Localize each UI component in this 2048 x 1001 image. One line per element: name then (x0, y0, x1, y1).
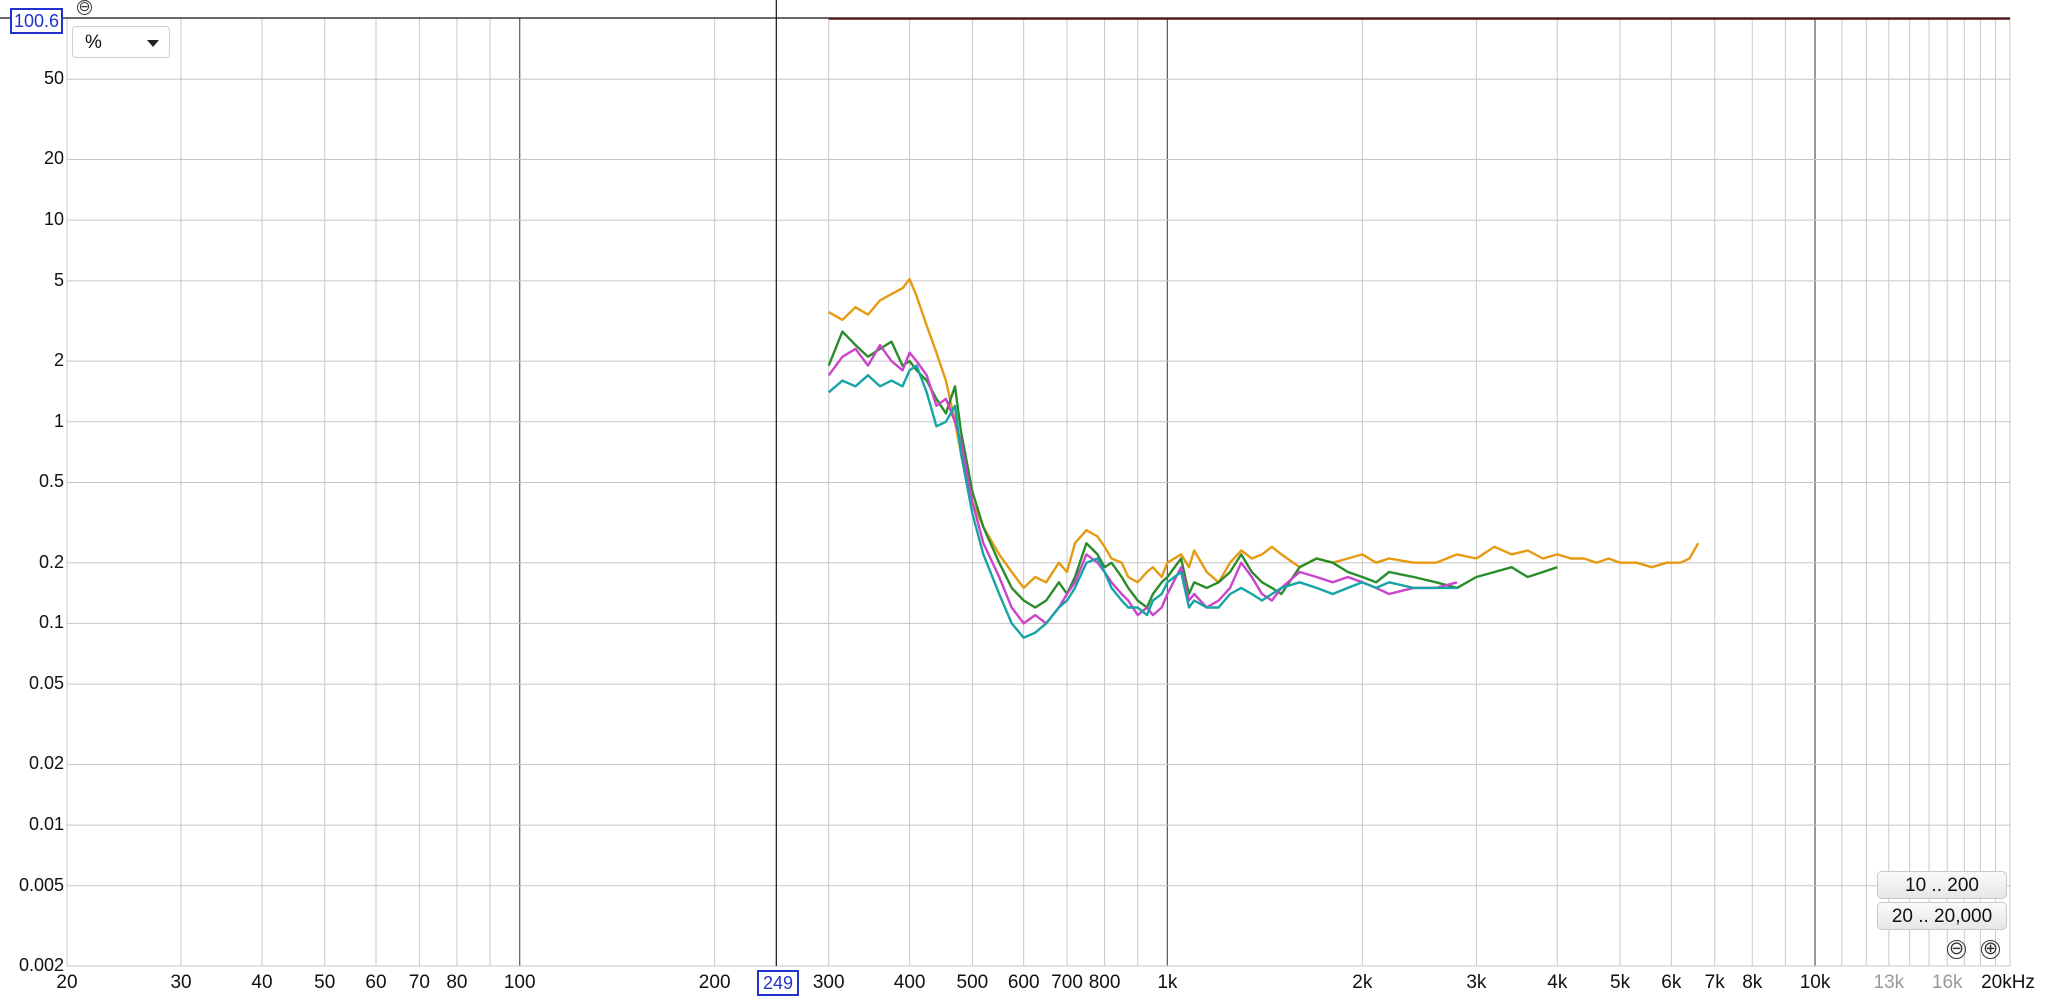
x-tick-label: 80 (446, 972, 468, 993)
y-tick-label: 0.5 (38, 471, 64, 492)
chevron-down-icon (147, 40, 159, 47)
x-tick-label: 16k (1931, 972, 1963, 993)
x-tick-label: 50 (314, 972, 336, 993)
y-zoom-out-icon[interactable]: ⊖ (77, 0, 92, 15)
y-gridlines (67, 78, 2010, 967)
x-tick-label: 13k (1873, 972, 1905, 993)
x-tick-label: 5k (1610, 972, 1631, 993)
x-tick-label: 2k (1352, 972, 1373, 993)
x-tick-label: 4k (1547, 972, 1568, 993)
frequency-chart[interactable] (0, 0, 2048, 1001)
x-tick-label: 30 (170, 972, 192, 993)
range-10-200-button[interactable]: 10 .. 200 (1877, 871, 2007, 899)
x-tick-label: 70 (408, 972, 430, 993)
range-20-20000-button[interactable]: 20 .. 20,000 (1877, 902, 2007, 930)
zoom-out-icon[interactable]: ⊖ (1947, 939, 1966, 959)
x-tick-label: 6k (1661, 972, 1682, 993)
y-tick-label: 0.005 (18, 874, 64, 895)
x-tick-label: 700 (1051, 972, 1083, 993)
x-tick-label: 8k (1742, 972, 1763, 993)
x-tick-label: 60 (365, 972, 387, 993)
y-tick-label: 5 (53, 269, 64, 290)
y-tick-label: 0.02 (28, 753, 64, 774)
y-tick-label: 0.05 (28, 673, 64, 694)
y-tick-label: 0.01 (28, 814, 64, 835)
x-tick-label: 400 (893, 972, 926, 993)
plot-frame (66, 17, 2011, 967)
x-tick-label: 500 (956, 972, 989, 993)
x-tick-label: 7k (1704, 972, 1725, 993)
zoom-in-icon[interactable]: ⊕ (1981, 939, 2000, 959)
y-tick-label: 20 (43, 148, 64, 169)
series-line-2 (827, 330, 1558, 609)
y-tick-label: 1 (53, 410, 64, 431)
y-tick-label: 2 (53, 350, 64, 371)
x-tick-label: 1k (1157, 972, 1178, 993)
x-cursor-readout[interactable]: 249 (757, 970, 799, 996)
y-tick-label: 50 (43, 68, 64, 89)
y-cursor-readout[interactable]: 100.6 (10, 8, 64, 34)
unit-dropdown[interactable]: % (72, 26, 170, 58)
y-tick-label: 0.1 (38, 612, 64, 633)
x-tick-label: 800 (1088, 972, 1121, 993)
x-tick-label: 10k (1799, 972, 1831, 993)
x-tick-label: 200 (698, 972, 731, 993)
y-tick-label: 10 (43, 209, 64, 230)
x-tick-label: 40 (251, 972, 273, 993)
x-tick-label: 600 (1007, 972, 1040, 993)
x-tick-label: 300 (812, 972, 845, 993)
cursor-layer (0, 0, 2010, 966)
unit-dropdown-value: % (85, 32, 102, 53)
x-tick-label: 100 (503, 972, 536, 993)
x-tick-label: 20kHz (1981, 972, 2035, 993)
x-gridlines (66, 17, 2011, 967)
series-layer (827, 277, 1700, 639)
x-tick-label: 20 (56, 972, 78, 993)
y-tick-label: 0.2 (38, 551, 64, 572)
x-tick-label: 3k (1466, 972, 1487, 993)
